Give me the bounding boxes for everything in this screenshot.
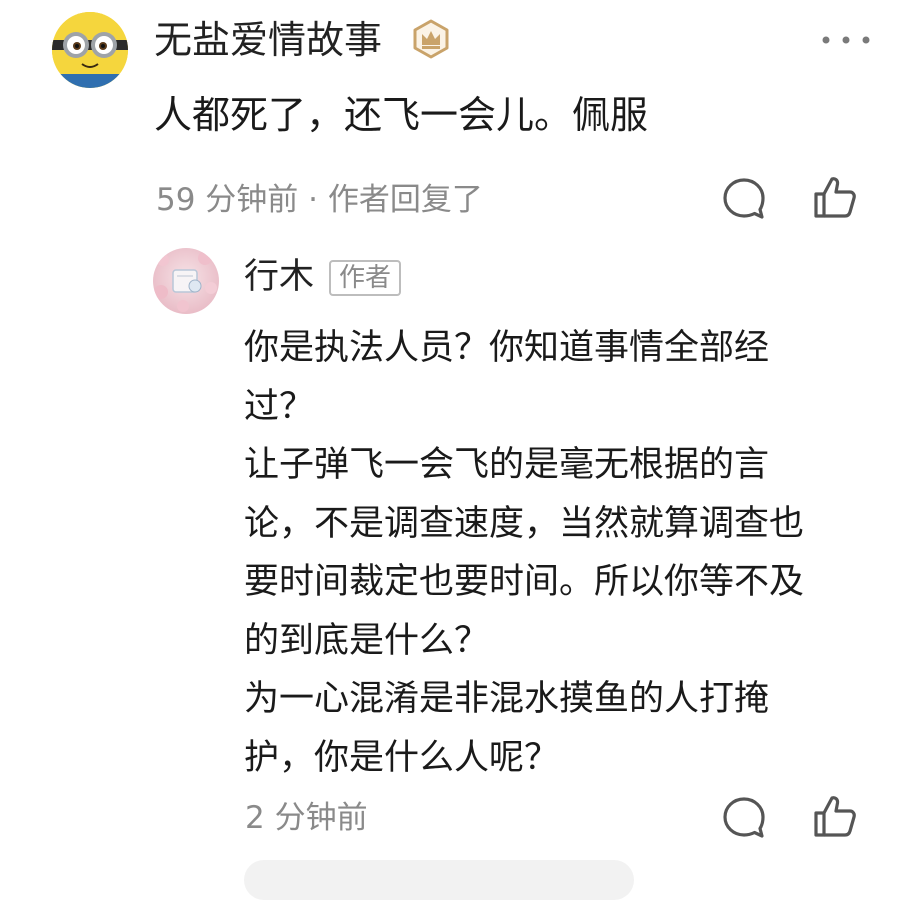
comment-username[interactable]: 无盐爱情故事: [154, 14, 382, 66]
reply-text-line: 护，你是什么人呢？: [244, 737, 560, 778]
thumbs-up-icon[interactable]: [812, 174, 858, 220]
thumbs-up-icon[interactable]: [812, 793, 858, 839]
avatar[interactable]: [52, 12, 128, 88]
reply-text-line: 论，不是调查速度，当然就算调查也: [244, 503, 805, 544]
author-badge: 作者: [329, 260, 402, 296]
comment-meta[interactable]: 59 分钟前 · 作者回复了: [156, 178, 483, 222]
reply-text-line: 让子弹飞一会飞的是毫无根据的言: [244, 445, 770, 485]
reply-text-line: 过？: [244, 386, 315, 427]
reply-meta: 2 分钟前: [245, 800, 368, 836]
comment-text: 人都死了，还飞一会儿。佩服: [154, 93, 649, 137]
reply-text-line: 你是执法人员？你知道事情全部经: [244, 328, 770, 368]
reply-bubble-icon[interactable]: [721, 176, 767, 222]
reply-text-line: 的到底是什么？: [244, 620, 490, 661]
reply-text-line: 为一心混淆是非混水摸鱼的人打掩: [244, 679, 770, 719]
cherry-blossom-avatar-image: [153, 248, 219, 314]
reply-text-line: 要时间裁定也要时间。所以你等不及: [244, 562, 805, 602]
crown-badge-icon: [411, 19, 451, 59]
reply-bubble-icon[interactable]: [721, 795, 767, 841]
more-dots-icon[interactable]: [820, 32, 872, 46]
reply-avatar[interactable]: [153, 248, 219, 314]
more-replies-pill[interactable]: [244, 860, 634, 900]
reply-username[interactable]: 行木: [244, 252, 314, 302]
reply-text: 你是执法人员？你知道事情全部经 过？ 让子弹飞一会飞的是毫无根据的言 论，不是调…: [244, 319, 854, 787]
minion-avatar-image: [52, 12, 128, 88]
